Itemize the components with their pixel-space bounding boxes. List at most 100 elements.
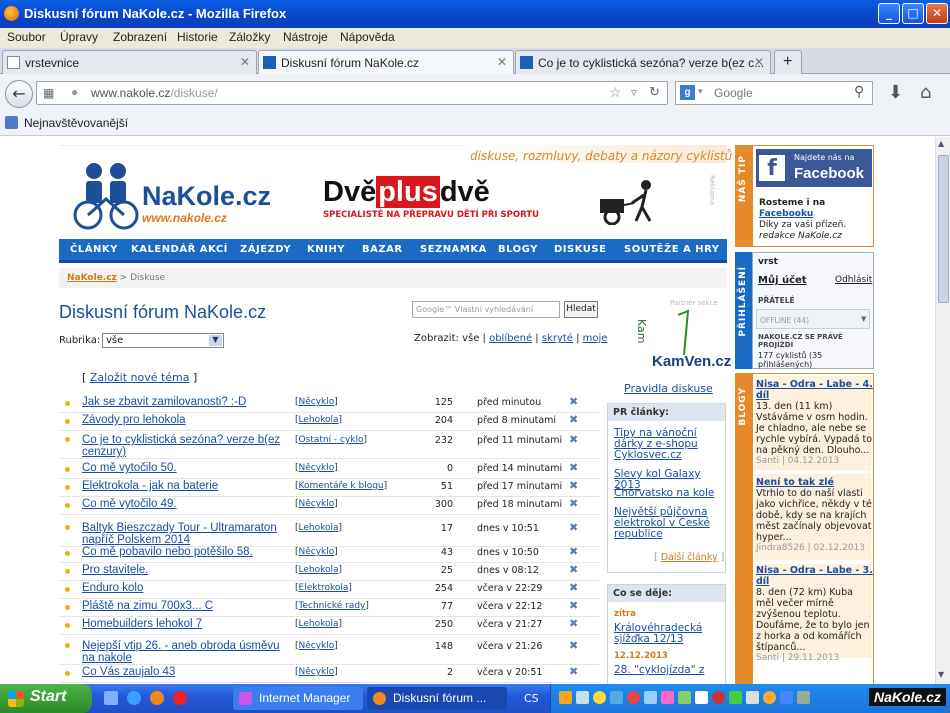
hide-topic-icon[interactable]: ✖ — [569, 581, 578, 594]
tray-icon[interactable] — [797, 691, 810, 704]
ad-banner[interactable]: Dvěplusdvě SPECIALISTÉ NA PŘEPRAVU DĚTÍ … — [323, 176, 553, 227]
home-icon[interactable]: ⌂ — [920, 82, 931, 103]
topic-category-link[interactable]: Něcyklo — [299, 499, 335, 509]
menu-nastroje[interactable]: Nástroje — [283, 30, 328, 44]
opera-icon[interactable] — [173, 691, 187, 705]
topic-category-link[interactable]: Něcyklo — [299, 641, 335, 651]
nav-diskuse[interactable]: DISKUSE — [554, 244, 606, 255]
tray-icon[interactable] — [678, 691, 691, 704]
tray-icon[interactable] — [661, 691, 674, 704]
topic-title[interactable]: Závody pro lehokola — [82, 414, 288, 426]
google-search-input[interactable]: Google™ Vlastní vyhledávání — [412, 301, 560, 318]
topic-category-link[interactable]: Něcyklo — [299, 547, 335, 557]
topic-category-link[interactable]: Technické rady — [299, 601, 366, 611]
topic-title[interactable]: Co je to cyklistická sezóna? verze b(ez … — [82, 434, 288, 458]
download-icon[interactable]: ⬇ — [888, 82, 903, 103]
hide-topic-icon[interactable]: ✖ — [569, 665, 578, 678]
topic-category-link[interactable]: Lehokola — [299, 523, 339, 533]
scroll-thumb[interactable] — [938, 155, 949, 303]
tray-icon[interactable] — [780, 691, 793, 704]
filter-moje[interactable]: moje — [583, 333, 608, 344]
pr-link-1[interactable]: Tipy na vánoční dárky z e-shopu Cyklosve… — [614, 428, 722, 461]
engine-chevron-icon[interactable]: ▾ — [698, 86, 703, 97]
topic-title[interactable]: Elektrokola - jak na baterie — [82, 480, 288, 492]
facebook-banner[interactable]: f Najdete nás na Facebook — [756, 149, 872, 187]
blog-author[interactable]: Jindra8526 — [756, 543, 805, 553]
minimize-button[interactable]: _ — [878, 3, 900, 24]
back-arrow-icon[interactable]: ← — [5, 80, 33, 108]
new-tab-button[interactable]: + — [774, 50, 802, 74]
hide-topic-icon[interactable]: ✖ — [569, 413, 578, 426]
friends-select[interactable]: OFFLINE (44) ▼ — [756, 309, 870, 329]
language-indicator[interactable]: CS — [524, 692, 539, 705]
topic-title[interactable]: Co mě pobavilo nebo potěšilo 58. — [82, 546, 288, 558]
logout-link[interactable]: Odhlásit — [835, 275, 872, 285]
nav-blogy[interactable]: BLOGY — [498, 244, 538, 255]
topic-category-link[interactable]: Něcyklo — [299, 397, 335, 407]
bookmark-star-icon[interactable]: ☆ — [609, 84, 622, 101]
tray-icon[interactable] — [763, 691, 776, 704]
maximize-button[interactable]: □ — [902, 3, 924, 24]
topic-title[interactable]: Co mě vytočilo 50. — [82, 462, 288, 474]
blog-author[interactable]: Santi — [756, 653, 779, 663]
topic-title[interactable]: Pro stavitele. — [82, 564, 288, 576]
breadcrumb-home[interactable]: NaKole.cz — [67, 273, 117, 283]
google-engine-icon[interactable]: g — [680, 85, 695, 100]
task-firefox[interactable]: Diskusní fórum ... — [367, 687, 507, 710]
my-account-link[interactable]: Můj účet — [758, 275, 807, 286]
tray-icon[interactable] — [695, 691, 708, 704]
topic-category-link[interactable]: Ostatní - cyklo — [299, 435, 364, 445]
tab-diskusni-forum[interactable]: Diskusní fórum NaKole.cz ✕ — [258, 50, 514, 74]
hide-topic-icon[interactable]: ✖ — [569, 545, 578, 558]
close-button[interactable]: ✕ — [926, 3, 948, 24]
topic-title[interactable]: Pláště na zimu 700x3... C — [82, 600, 288, 612]
blog-title[interactable]: Nisa - Odra - Labe - 4. díl — [756, 379, 873, 401]
filter-vse[interactable]: vše — [462, 333, 479, 344]
hide-topic-icon[interactable]: ✖ — [569, 433, 578, 446]
hide-topic-icon[interactable]: ✖ — [569, 461, 578, 474]
logo-cyclists-icon[interactable] — [72, 159, 140, 231]
topic-title[interactable]: Homebuilders lehokol 7 — [82, 618, 288, 630]
tray-icon[interactable] — [559, 691, 572, 704]
search-button[interactable]: Hledat — [564, 301, 598, 318]
pr-more-link[interactable]: Další články — [661, 552, 718, 563]
menu-upravy[interactable]: Úpravy — [60, 30, 98, 44]
topic-category-link[interactable]: Něcyklo — [299, 667, 335, 677]
nav-knihy[interactable]: KNIHY — [307, 244, 345, 255]
start-button[interactable]: Start — [0, 684, 92, 713]
menu-historie[interactable]: Historie — [177, 30, 218, 44]
nav-souteze-a-hry[interactable]: SOUTĚŽE A HRY — [624, 244, 720, 255]
topic-title[interactable]: Co Vás zaujalo 43 — [82, 666, 288, 678]
tab-close-icon[interactable]: ✕ — [497, 55, 507, 69]
tray-icon[interactable] — [576, 691, 589, 704]
topic-category-link[interactable]: Komentáře k blogu — [299, 481, 384, 491]
tray-icon[interactable] — [610, 691, 623, 704]
menu-zobrazeni[interactable]: Zobrazení — [113, 30, 167, 44]
hide-topic-icon[interactable]: ✖ — [569, 639, 578, 652]
event-link-2[interactable]: 28. "cyklojízda" z — [614, 665, 722, 676]
hide-topic-icon[interactable]: ✖ — [569, 599, 578, 612]
hide-topic-icon[interactable]: ✖ — [569, 479, 578, 492]
topic-category-link[interactable]: Něcyklo — [299, 463, 335, 473]
search-icon[interactable]: ⚲ — [854, 83, 864, 100]
dropdown-chevron-icon[interactable]: ▿ — [631, 85, 637, 99]
topic-category-link[interactable]: Elektrokola — [299, 583, 349, 593]
blog-title[interactable]: Není to tak zlé — [756, 477, 873, 488]
task-internet-manager[interactable]: Internet Manager — [233, 687, 363, 710]
tray-icon[interactable] — [712, 691, 725, 704]
nav-kalendar-akci[interactable]: KALENDÁŘ AKCÍ — [131, 244, 228, 255]
menu-napoveda[interactable]: Nápověda — [340, 30, 395, 44]
tray-icon[interactable] — [729, 691, 742, 704]
new-topic-link[interactable]: Založit nové téma — [90, 371, 190, 384]
tray-icon[interactable] — [593, 691, 606, 704]
show-desktop-icon[interactable] — [104, 691, 118, 705]
url-bar[interactable]: ▦ ● www.nakole.cz/diskuse/ ☆ ▿ ↻ — [36, 81, 668, 105]
nav-zajezdy[interactable]: ZÁJEZDY — [240, 244, 291, 255]
nav-bazar[interactable]: BAZAR — [362, 244, 403, 255]
reload-icon[interactable]: ↻ — [649, 84, 660, 100]
tab-vrstevnice[interactable]: vrstevnice ✕ — [2, 50, 257, 74]
scroll-up-icon[interactable]: ▲ — [938, 139, 944, 148]
filter-oblibene[interactable]: oblíbené — [489, 333, 532, 344]
topic-title[interactable]: Co mě vytočilo 49. — [82, 498, 288, 510]
tray-icon[interactable] — [644, 691, 657, 704]
